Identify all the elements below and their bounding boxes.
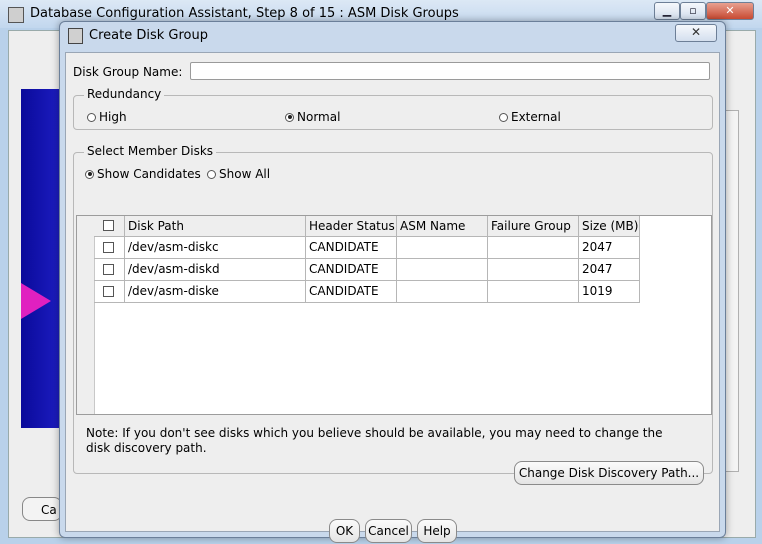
dialog-title: Create Disk Group	[89, 28, 208, 43]
asm-name-cell[interactable]	[397, 259, 488, 281]
radio-icon	[499, 112, 508, 122]
minimize-icon[interactable]: ▁	[654, 2, 680, 20]
ok-button[interactable]: OK	[329, 519, 360, 543]
disk-group-name-label: Disk Group Name:	[73, 65, 183, 79]
failure-group-cell[interactable]	[488, 281, 579, 303]
radio-label: Show All	[219, 167, 271, 181]
column-header-failure-group[interactable]: Failure Group	[488, 216, 579, 237]
size-cell[interactable]: 2047	[579, 259, 640, 281]
discovery-path-note: Note: If you don't see disks which you b…	[86, 426, 663, 455]
column-header-disk-path[interactable]: Disk Path	[125, 216, 306, 237]
header-status-cell[interactable]: CANDIDATE	[306, 259, 397, 281]
header-status-cell[interactable]: CANDIDATE	[306, 237, 397, 259]
radio-icon	[207, 169, 216, 179]
member-disks-legend: Select Member Disks	[84, 144, 217, 158]
redundancy-high-radio[interactable]: High	[87, 110, 127, 124]
radio-selected-icon	[285, 112, 294, 122]
redundancy-group	[73, 95, 713, 130]
select-all-header[interactable]	[94, 216, 125, 237]
close-icon[interactable]: ✕	[675, 24, 717, 42]
column-header-asm-name[interactable]: ASM Name	[397, 216, 488, 237]
table-row-header-strip	[77, 216, 95, 414]
table-row[interactable]	[94, 259, 125, 281]
disk-table[interactable]: Disk Path Header Status ASM Name Failure…	[76, 215, 712, 415]
show-candidates-radio[interactable]: Show Candidates	[85, 167, 201, 181]
table-row[interactable]	[94, 237, 125, 259]
create-disk-group-dialog: Create Disk Group ✕ Disk Group Name: Red…	[59, 21, 726, 543]
maximize-icon[interactable]: ▫	[680, 2, 706, 20]
redundancy-external-radio[interactable]: External	[499, 110, 561, 124]
header-status-cell[interactable]: CANDIDATE	[306, 281, 397, 303]
close-icon[interactable]: ✕	[706, 2, 754, 20]
column-header-header-status[interactable]: Header Status	[306, 216, 397, 237]
row-select-checkbox[interactable]	[103, 286, 114, 297]
radio-label: External	[511, 110, 561, 124]
disk-path-cell[interactable]: /dev/asm-diskd	[125, 259, 306, 281]
disk-path-cell[interactable]: /dev/asm-diskc	[125, 237, 306, 259]
parent-window-title: Database Configuration Assistant, Step 8…	[30, 6, 459, 21]
dialog-body: Disk Group Name: Redundancy High Normal …	[65, 52, 720, 543]
failure-group-cell[interactable]	[488, 237, 579, 259]
show-all-radio[interactable]: Show All	[207, 167, 270, 181]
parent-cancel-button[interactable]: Ca	[22, 497, 62, 521]
help-button[interactable]: Help	[417, 519, 457, 543]
asm-name-cell[interactable]	[397, 281, 488, 303]
redundancy-legend: Redundancy	[84, 87, 165, 101]
database-app-icon	[68, 28, 83, 44]
radio-label: Show Candidates	[97, 167, 201, 181]
size-cell[interactable]: 1019	[579, 281, 640, 303]
change-disk-discovery-path-button[interactable]: Change Disk Discovery Path...	[514, 461, 704, 485]
size-cell[interactable]: 2047	[579, 237, 640, 259]
disk-group-name-input[interactable]	[190, 62, 710, 80]
asm-name-cell[interactable]	[397, 237, 488, 259]
database-app-icon	[8, 7, 24, 23]
failure-group-cell[interactable]	[488, 259, 579, 281]
row-select-checkbox[interactable]	[103, 264, 114, 275]
table-row[interactable]	[94, 281, 125, 303]
column-header-size[interactable]: Size (MB)	[579, 216, 640, 237]
select-all-checkbox[interactable]	[103, 220, 114, 231]
radio-label: High	[99, 110, 127, 124]
redundancy-normal-radio[interactable]: Normal	[285, 110, 340, 124]
row-select-checkbox[interactable]	[103, 242, 114, 253]
cancel-button[interactable]: Cancel	[365, 519, 412, 543]
dialog-titlebar[interactable]: Create Disk Group ✕	[60, 22, 725, 50]
radio-icon	[87, 112, 96, 122]
radio-selected-icon	[85, 169, 94, 179]
disk-path-cell[interactable]: /dev/asm-diske	[125, 281, 306, 303]
radio-label: Normal	[297, 110, 341, 124]
banner-arrow-graphic	[21, 283, 51, 319]
